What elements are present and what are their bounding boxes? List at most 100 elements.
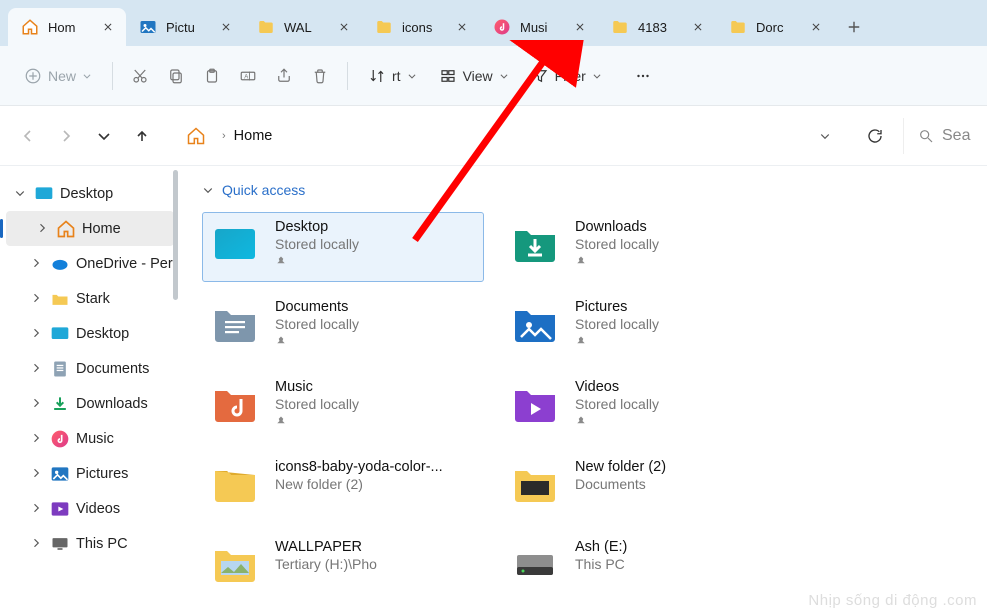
new-tab-button[interactable] bbox=[834, 8, 874, 46]
chevron-icon[interactable] bbox=[14, 187, 28, 201]
item-sub: Stored locally bbox=[575, 396, 659, 412]
sidebar-item-label: Documents bbox=[76, 361, 149, 377]
onedrive-icon bbox=[50, 254, 70, 274]
forward-button[interactable] bbox=[52, 122, 80, 150]
chevron-icon[interactable] bbox=[36, 222, 50, 236]
chevron-icon[interactable] bbox=[30, 537, 44, 551]
wallpaper-big-icon bbox=[209, 539, 261, 591]
item-name: Ash (E:) bbox=[575, 539, 627, 555]
new-button[interactable]: New bbox=[14, 61, 102, 91]
sidebar-item-home[interactable]: Home bbox=[6, 211, 174, 246]
close-icon[interactable] bbox=[100, 19, 116, 35]
item-name: Desktop bbox=[275, 219, 359, 235]
sidebar-item-label: Videos bbox=[76, 501, 120, 517]
item-downloads[interactable]: Downloads Stored locally bbox=[502, 212, 784, 282]
tab-wal[interactable]: WAL bbox=[244, 8, 362, 46]
chevron-icon[interactable] bbox=[30, 327, 44, 341]
tab-icons[interactable]: icons bbox=[362, 8, 480, 46]
item-name: Pictures bbox=[575, 299, 659, 315]
close-icon[interactable] bbox=[218, 19, 234, 35]
chevron-icon[interactable] bbox=[30, 397, 44, 411]
delete-button[interactable] bbox=[303, 59, 337, 93]
chevron-icon[interactable] bbox=[30, 432, 44, 446]
folder-icon bbox=[256, 17, 276, 37]
filter-button[interactable]: Filter bbox=[521, 61, 612, 91]
music-icon bbox=[492, 17, 512, 37]
sort-button[interactable]: rt bbox=[358, 61, 427, 91]
view-button[interactable]: View bbox=[429, 61, 519, 91]
address-bar[interactable]: › Home bbox=[176, 118, 847, 154]
tab-hom[interactable]: Hom bbox=[8, 8, 126, 46]
filter-label: Filter bbox=[555, 68, 586, 84]
back-button[interactable] bbox=[14, 122, 42, 150]
chevron-icon[interactable] bbox=[30, 467, 44, 481]
chevron-icon[interactable] bbox=[30, 362, 44, 376]
tab-4183[interactable]: 4183 bbox=[598, 8, 716, 46]
paste-button[interactable] bbox=[195, 59, 229, 93]
search-box[interactable]: Sea bbox=[903, 118, 979, 154]
pictures-big-icon bbox=[509, 299, 561, 351]
tab-label: WAL bbox=[284, 20, 332, 35]
sidebar-item-desktop[interactable]: Desktop bbox=[0, 176, 180, 211]
breadcrumb-location[interactable]: Home bbox=[234, 128, 273, 144]
close-icon[interactable] bbox=[454, 19, 470, 35]
item-pictures[interactable]: Pictures Stored locally bbox=[502, 292, 784, 362]
sidebar-item-label: Desktop bbox=[60, 186, 113, 202]
thispc-icon bbox=[50, 534, 70, 554]
sidebar-item-videos[interactable]: Videos bbox=[0, 491, 180, 526]
sidebar-scrollbar[interactable] bbox=[173, 170, 178, 300]
pin-icon bbox=[575, 255, 659, 270]
close-icon[interactable] bbox=[808, 19, 824, 35]
tab-label: 4183 bbox=[638, 20, 686, 35]
folderdark-big-icon bbox=[509, 459, 561, 511]
tab-musi[interactable]: Musi bbox=[480, 8, 598, 46]
copy-button[interactable] bbox=[159, 59, 193, 93]
share-button[interactable] bbox=[267, 59, 301, 93]
address-dropdown[interactable] bbox=[813, 130, 837, 142]
rename-button[interactable] bbox=[231, 59, 265, 93]
sidebar-item-documents[interactable]: Documents bbox=[0, 351, 180, 386]
section-quick-access[interactable]: Quick access bbox=[202, 182, 977, 198]
tab-dorc[interactable]: Dorc bbox=[716, 8, 834, 46]
item-sub: Stored locally bbox=[575, 316, 659, 332]
cut-button[interactable] bbox=[123, 59, 157, 93]
sidebar-item-label: Desktop bbox=[76, 326, 129, 342]
sidebar-item-onedrive-per[interactable]: OneDrive - Per bbox=[0, 246, 180, 281]
item-name: icons8-baby-yoda-color-... bbox=[275, 459, 443, 475]
sidebar-item-label: This PC bbox=[76, 536, 128, 552]
close-icon[interactable] bbox=[336, 19, 352, 35]
item-sub: This PC bbox=[575, 556, 627, 572]
sidebar-item-this-pc[interactable]: This PC bbox=[0, 526, 180, 561]
close-icon[interactable] bbox=[690, 19, 706, 35]
chevron-icon[interactable] bbox=[30, 257, 44, 271]
pictures-icon bbox=[50, 464, 70, 484]
close-icon[interactable] bbox=[572, 19, 588, 35]
pin-icon bbox=[575, 335, 659, 350]
home-icon bbox=[56, 219, 76, 239]
view-label: View bbox=[463, 68, 493, 84]
item-videos[interactable]: Videos Stored locally bbox=[502, 372, 784, 442]
sidebar-item-stark[interactable]: Stark bbox=[0, 281, 180, 316]
recent-button[interactable] bbox=[90, 122, 118, 150]
item-documents[interactable]: Documents Stored locally bbox=[202, 292, 484, 362]
item-wallpaper[interactable]: WALLPAPER Tertiary (H:)\Pho bbox=[202, 532, 484, 602]
sidebar-item-pictures[interactable]: Pictures bbox=[0, 456, 180, 491]
item-sub: Stored locally bbox=[275, 236, 359, 252]
chevron-icon[interactable] bbox=[30, 502, 44, 516]
chevron-icon[interactable] bbox=[30, 292, 44, 306]
item-music[interactable]: Music Stored locally bbox=[202, 372, 484, 442]
new-label: New bbox=[48, 68, 76, 84]
sidebar-item-music[interactable]: Music bbox=[0, 421, 180, 456]
up-button[interactable] bbox=[128, 122, 156, 150]
item-icons8-baby-yoda-color-[interactable]: icons8-baby-yoda-color-... New folder (2… bbox=[202, 452, 484, 522]
sidebar-item-desktop[interactable]: Desktop bbox=[0, 316, 180, 351]
refresh-button[interactable] bbox=[855, 116, 895, 156]
sidebar-item-label: OneDrive - Per bbox=[76, 256, 173, 272]
item-new-folder-2-[interactable]: New folder (2) Documents bbox=[502, 452, 784, 522]
sidebar-item-downloads[interactable]: Downloads bbox=[0, 386, 180, 421]
tab-pictu[interactable]: Pictu bbox=[126, 8, 244, 46]
more-button[interactable] bbox=[626, 59, 660, 93]
desktop-icon bbox=[34, 184, 54, 204]
item-ash-e-[interactable]: Ash (E:) This PC bbox=[502, 532, 784, 602]
item-desktop[interactable]: Desktop Stored locally bbox=[202, 212, 484, 282]
